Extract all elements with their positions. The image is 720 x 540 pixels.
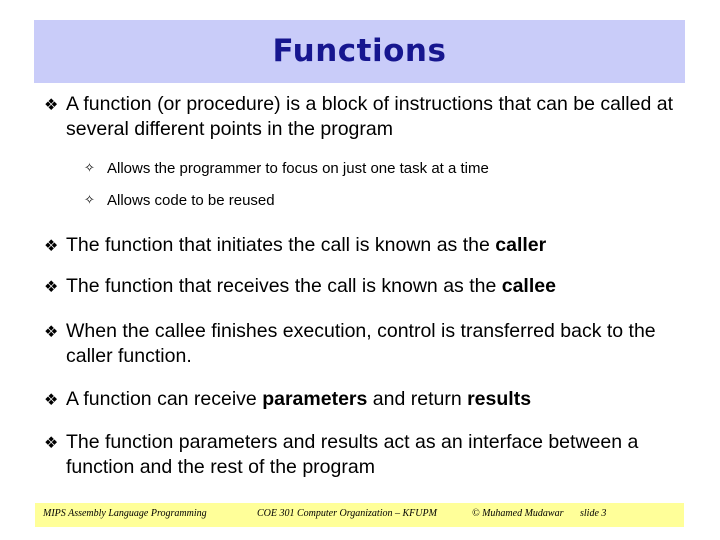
bullet-item: ❖ A function (or procedure) is a block of… [0,92,720,142]
sub-bullet-item: ✧ Allows the programmer to focus on just … [0,158,720,179]
emphasized-term: results [467,388,532,410]
diamond-bullet-icon: ❖ [44,277,59,296]
bullet-text: The function that initiates the call is … [66,233,720,258]
sub-bullet-item: ✧ Allows code to be reused [0,190,720,211]
hollow-star-bullet-icon: ✧ [84,193,95,208]
bullet-item: ❖ The function that receives the call is … [0,274,720,299]
slide-canvas: Functions ❖ A function (or procedure) is … [0,0,720,540]
plain-text: and return [367,388,468,410]
plain-text: Allows the programmer to focus on just o… [107,160,489,177]
bullet-text: When the callee finishes execution, cont… [66,319,720,369]
bullet-item: ❖ A function can receive parameters and r… [0,387,720,412]
bullet-item: ❖ The function that initiates the call is… [0,233,720,258]
bullet-item: ❖ The function parameters and results act… [0,430,720,480]
diamond-bullet-icon: ❖ [44,236,59,255]
bullet-text: A function (or procedure) is a block of … [66,92,720,142]
footer-course-book: MIPS Assembly Language Programming [43,508,207,519]
bullet-text: Allows code to be reused [107,190,720,211]
diamond-bullet-icon: ❖ [44,390,59,409]
bullet-text: Allows the programmer to focus on just o… [107,158,720,179]
emphasized-term: parameters [262,388,368,410]
title-banner: Functions [34,20,685,83]
plain-text: When the callee finishes execution, cont… [66,320,656,367]
footer-copyright: © Muhamed Mudawar [472,508,564,519]
footer-course-title: COE 301 Computer Organization – KFUPM [257,508,437,519]
plain-text: A function can receive [66,388,263,410]
footer-slide-number: slide 3 [580,508,607,519]
plain-text: A function (or procedure) is a block of … [66,93,673,140]
footer-bar: MIPS Assembly Language Programming COE 3… [35,503,684,527]
emphasized-term: callee [501,275,556,297]
diamond-bullet-icon: ❖ [44,95,59,114]
emphasized-term: caller [495,234,547,256]
bullet-text: A function can receive parameters and re… [66,387,720,412]
plain-text: The function that receives the call is k… [66,275,502,297]
bullet-text: The function parameters and results act … [66,430,720,480]
bullet-text: The function that receives the call is k… [66,274,720,299]
slide-body: ❖ A function (or procedure) is a block of… [0,92,720,492]
page-title: Functions [272,33,447,69]
diamond-bullet-icon: ❖ [44,322,59,341]
plain-text: The function that initiates the call is … [66,234,496,256]
diamond-bullet-icon: ❖ [44,433,59,452]
bullet-item: ❖ When the callee finishes execution, con… [0,319,720,369]
plain-text: The function parameters and results act … [66,431,639,478]
hollow-star-bullet-icon: ✧ [84,161,95,176]
plain-text: Allows code to be reused [107,192,275,209]
